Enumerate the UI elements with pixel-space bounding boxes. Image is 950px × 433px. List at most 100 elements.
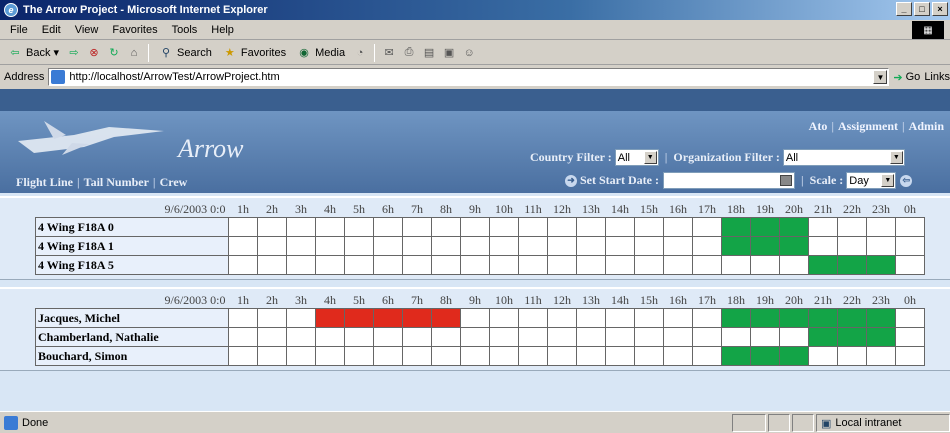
time-slot-cell[interactable] <box>460 217 490 237</box>
time-slot-cell[interactable] <box>692 308 722 328</box>
time-slot-cell[interactable] <box>344 255 374 275</box>
scheduled-block-cell[interactable] <box>402 308 432 328</box>
scheduled-block-cell[interactable] <box>837 327 867 347</box>
time-slot-cell[interactable] <box>634 308 664 328</box>
time-slot-cell[interactable] <box>518 327 548 347</box>
time-slot-cell[interactable] <box>576 255 606 275</box>
time-slot-cell[interactable] <box>895 346 925 366</box>
time-slot-cell[interactable] <box>257 346 287 366</box>
time-slot-cell[interactable] <box>315 327 345 347</box>
time-slot-cell[interactable] <box>576 217 606 237</box>
time-slot-cell[interactable] <box>286 236 316 256</box>
scheduled-block-cell[interactable] <box>866 308 896 328</box>
time-slot-cell[interactable] <box>663 346 693 366</box>
time-slot-cell[interactable] <box>286 255 316 275</box>
time-slot-cell[interactable] <box>634 217 664 237</box>
nav-crew[interactable]: Crew <box>160 175 188 189</box>
scheduled-block-cell[interactable] <box>750 346 780 366</box>
time-slot-cell[interactable] <box>634 327 664 347</box>
time-slot-cell[interactable] <box>489 255 519 275</box>
scheduled-block-cell[interactable] <box>721 236 751 256</box>
org-filter-select[interactable]: All ▼ <box>782 149 905 166</box>
time-slot-cell[interactable] <box>518 217 548 237</box>
time-slot-cell[interactable] <box>750 327 780 347</box>
scheduled-block-cell[interactable] <box>808 255 838 275</box>
time-slot-cell[interactable] <box>895 255 925 275</box>
time-slot-cell[interactable] <box>663 255 693 275</box>
mail-icon[interactable]: ✉ <box>381 45 397 61</box>
search-button[interactable]: ⚲ Search <box>155 44 215 62</box>
time-slot-cell[interactable] <box>460 346 490 366</box>
time-slot-cell[interactable] <box>228 308 258 328</box>
link-admin[interactable]: Admin <box>909 119 944 133</box>
time-slot-cell[interactable] <box>257 308 287 328</box>
time-slot-cell[interactable] <box>547 236 577 256</box>
time-slot-cell[interactable] <box>315 346 345 366</box>
scheduled-block-cell[interactable] <box>866 255 896 275</box>
scheduled-block-cell[interactable] <box>837 255 867 275</box>
time-slot-cell[interactable] <box>344 346 374 366</box>
time-slot-cell[interactable] <box>605 308 635 328</box>
time-slot-cell[interactable] <box>286 217 316 237</box>
time-slot-cell[interactable] <box>634 255 664 275</box>
time-slot-cell[interactable] <box>489 217 519 237</box>
time-slot-cell[interactable] <box>605 236 635 256</box>
scheduled-block-cell[interactable] <box>779 236 809 256</box>
nav-tail-number[interactable]: Tail Number <box>84 175 149 189</box>
time-slot-cell[interactable] <box>692 255 722 275</box>
time-slot-cell[interactable] <box>228 327 258 347</box>
time-slot-cell[interactable] <box>518 236 548 256</box>
time-slot-cell[interactable] <box>373 236 403 256</box>
time-slot-cell[interactable] <box>489 327 519 347</box>
scheduled-block-cell[interactable] <box>750 236 780 256</box>
time-slot-cell[interactable] <box>663 308 693 328</box>
time-slot-cell[interactable] <box>402 346 432 366</box>
time-slot-cell[interactable] <box>489 308 519 328</box>
time-slot-cell[interactable] <box>431 236 461 256</box>
address-dropdown-button[interactable]: ▼ <box>873 70 888 84</box>
home-icon[interactable]: ⌂ <box>126 45 142 61</box>
row-label[interactable]: Bouchard, Simon <box>35 346 229 366</box>
time-slot-cell[interactable] <box>576 236 606 256</box>
row-label[interactable]: 4 Wing F18A 0 <box>35 217 229 237</box>
menu-view[interactable]: View <box>69 22 105 38</box>
time-slot-cell[interactable] <box>402 255 432 275</box>
time-slot-cell[interactable] <box>489 346 519 366</box>
maximize-button[interactable]: □ <box>914 2 930 16</box>
history-icon[interactable]: ◔ <box>352 45 368 61</box>
scheduled-block-cell[interactable] <box>779 308 809 328</box>
time-slot-cell[interactable] <box>228 217 258 237</box>
start-date-input[interactable] <box>662 172 795 189</box>
messenger-icon[interactable]: ☺ <box>461 45 477 61</box>
time-slot-cell[interactable] <box>257 327 287 347</box>
time-slot-cell[interactable] <box>373 346 403 366</box>
time-slot-cell[interactable] <box>402 236 432 256</box>
time-slot-cell[interactable] <box>866 236 896 256</box>
time-slot-cell[interactable] <box>518 346 548 366</box>
scheduled-block-cell[interactable] <box>808 308 838 328</box>
scheduled-block-cell[interactable] <box>779 346 809 366</box>
time-slot-cell[interactable] <box>460 308 490 328</box>
time-slot-cell[interactable] <box>837 236 867 256</box>
scheduled-block-cell[interactable] <box>866 327 896 347</box>
forward-button[interactable]: ⇨ <box>66 45 82 61</box>
menu-help[interactable]: Help <box>205 22 240 38</box>
time-slot-cell[interactable] <box>547 308 577 328</box>
address-input[interactable]: http://localhost/ArrowTest/ArrowProject.… <box>48 68 890 86</box>
time-slot-cell[interactable] <box>286 346 316 366</box>
time-slot-cell[interactable] <box>692 236 722 256</box>
time-slot-cell[interactable] <box>779 255 809 275</box>
time-slot-cell[interactable] <box>721 327 751 347</box>
time-slot-cell[interactable] <box>373 255 403 275</box>
time-slot-cell[interactable] <box>518 255 548 275</box>
time-slot-cell[interactable] <box>663 327 693 347</box>
time-slot-cell[interactable] <box>634 236 664 256</box>
row-label[interactable]: Chamberland, Nathalie <box>35 327 229 347</box>
time-slot-cell[interactable] <box>605 327 635 347</box>
time-slot-cell[interactable] <box>692 327 722 347</box>
country-filter-select[interactable]: All ▼ <box>614 149 659 166</box>
scheduled-block-cell[interactable] <box>315 308 345 328</box>
media-button[interactable]: ◉ Media <box>293 44 348 62</box>
arrow-left-icon[interactable]: ⇦ <box>900 174 913 187</box>
time-slot-cell[interactable] <box>547 217 577 237</box>
